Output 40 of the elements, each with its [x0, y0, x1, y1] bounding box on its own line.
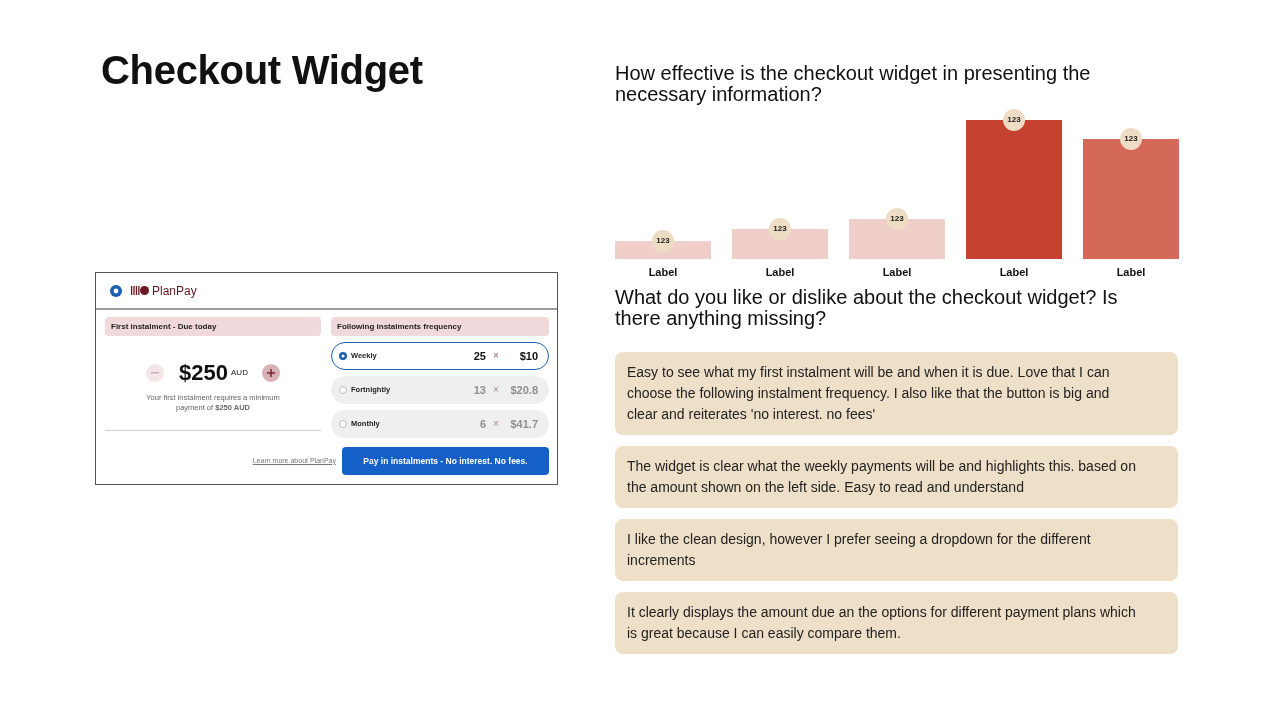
multiply-sign: ×	[492, 418, 500, 430]
bar-label: Label	[999, 265, 1029, 279]
section-header: First instalment - Due today	[105, 317, 321, 336]
survey-question: What do you like or dislike about the checkout widget? Is there anything missing?	[615, 287, 1119, 329]
minus-icon	[151, 372, 160, 374]
increase-button[interactable]	[261, 364, 280, 382]
comment-card: Easy to see what my first instalment will be and when it is due. Love that I can choose the following instalment frequency. I also like that the button is big and clear and reiterates 'no interest. no fees'	[615, 352, 1178, 435]
page-title: Checkout Widget	[101, 47, 423, 94]
instalment-count: 25	[473, 348, 486, 364]
radio-icon[interactable]	[339, 420, 347, 428]
value-badge: 123	[1120, 128, 1142, 150]
section-header: Following instalments frequency	[331, 317, 549, 336]
instalment-amount: $10	[518, 348, 538, 364]
multiply-sign: ×	[492, 384, 500, 396]
comment-card: I like the clean design, however I prefer seeing a dropdown for the different increments	[615, 519, 1178, 581]
bar-label: Label	[648, 265, 678, 279]
logo-icon	[131, 286, 149, 295]
currency-label: AUD	[231, 367, 248, 379]
bar-label: Label	[1116, 265, 1146, 279]
comment-card: The widget is clear what the weekly payments will be and highlights this. based on the amount shown on the left side. Easy to read and understand	[615, 446, 1178, 508]
pay-button[interactable]: Pay in instalments - No interest. No fees.	[342, 447, 549, 475]
amount: $250	[179, 361, 229, 385]
value-badge: 123	[652, 230, 674, 252]
bar-label: Label	[765, 265, 795, 279]
brand-name: PlanPay	[152, 282, 197, 300]
instalment-amount: $20.8	[509, 382, 538, 398]
value-badge: 123	[769, 218, 791, 240]
comment-card: It clearly displays the amount due an the options for different payment plans which is great because I can easily compare them.	[615, 592, 1178, 654]
radio-icon[interactable]	[110, 284, 122, 297]
multiply-sign: ×	[492, 350, 500, 362]
radio-icon[interactable]	[339, 386, 347, 394]
survey-question: How effective is the checkout widget in presenting the necessary information?	[615, 63, 1092, 105]
instalment-count: 13	[473, 382, 486, 398]
plus-icon	[266, 369, 275, 377]
instalment-count: 6	[479, 416, 486, 432]
instalment-amount: $41.7	[509, 416, 538, 432]
bar-label: Label	[882, 265, 912, 279]
radio-icon[interactable]	[339, 352, 347, 360]
value-badge: 123	[886, 208, 908, 230]
value-badge: 123	[1003, 109, 1025, 131]
